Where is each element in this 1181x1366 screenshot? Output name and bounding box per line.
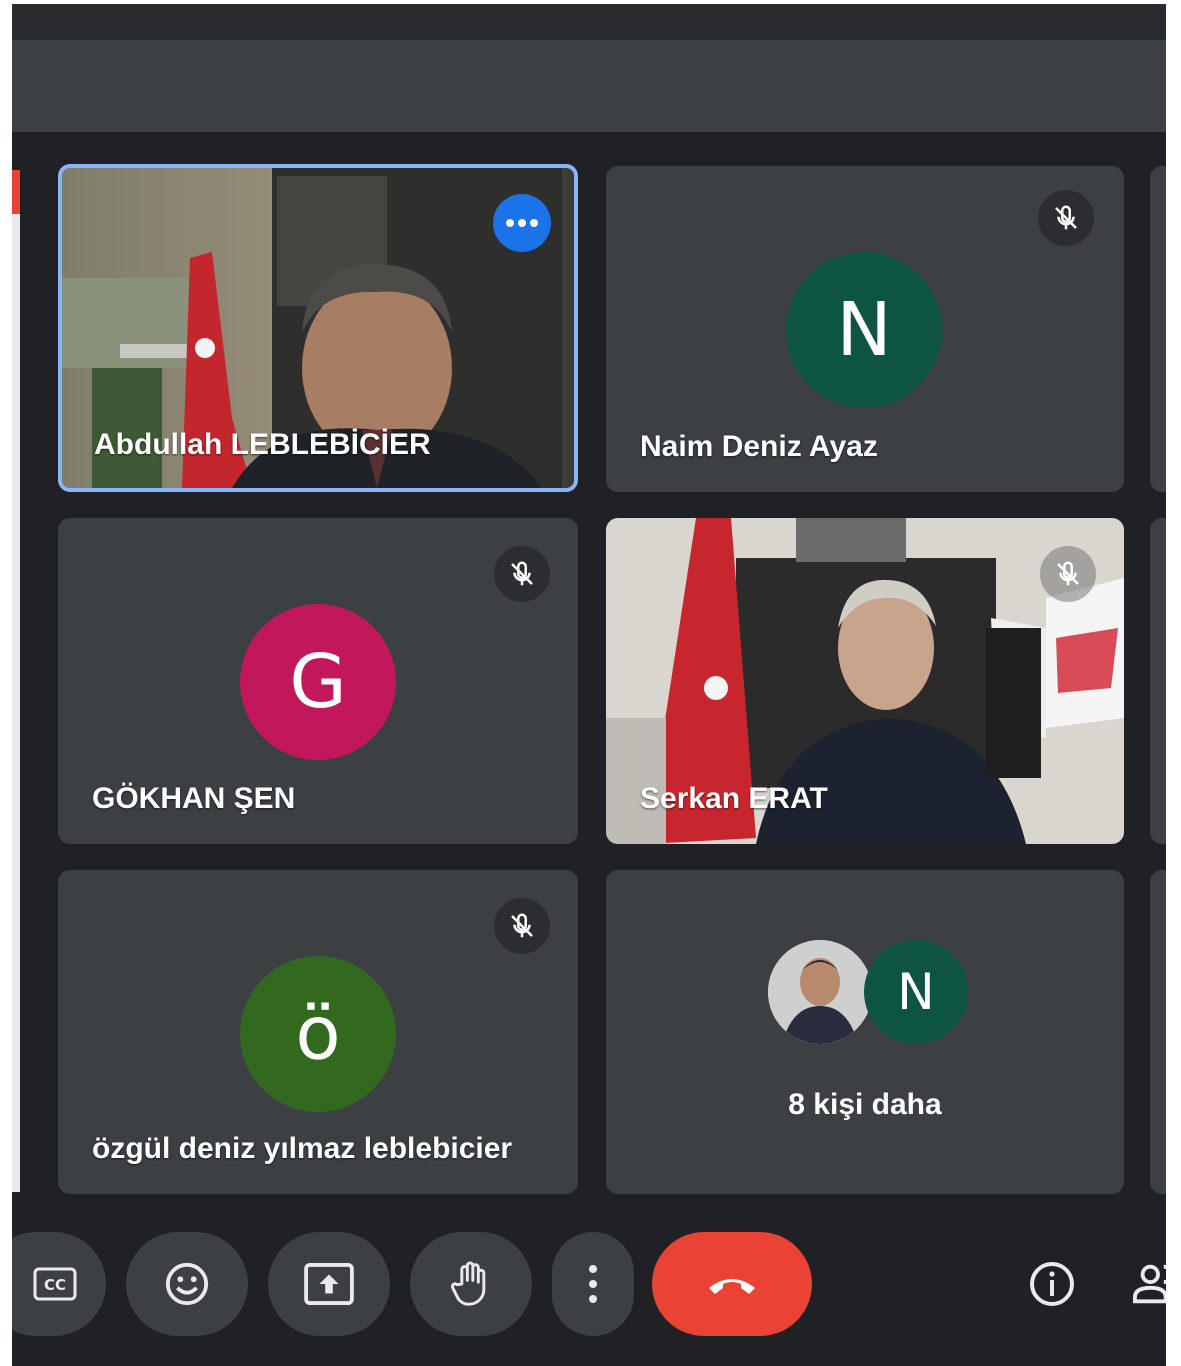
closed-captions-icon: CC <box>33 1267 77 1301</box>
participant-name: GÖKHAN ŞEN <box>92 782 296 815</box>
participant-tile-gokhan[interactable]: G GÖKHAN ŞEN <box>58 518 578 844</box>
people-icon <box>1133 1264 1166 1304</box>
info-icon <box>1030 1262 1074 1306</box>
present-screen-icon <box>304 1263 354 1305</box>
end-call-button[interactable] <box>652 1232 812 1336</box>
more-options-button[interactable] <box>493 194 551 252</box>
meet-window: Abdullah LEBLEBİCİER N Naim Deniz Ayaz G… <box>12 4 1166 1366</box>
more-participants-label: 8 kişi daha <box>788 1088 942 1121</box>
avatar: G <box>240 604 396 760</box>
muted-mic-icon <box>1040 546 1096 602</box>
next-tile-edge <box>1150 870 1166 1194</box>
more-options-icon <box>589 1265 597 1303</box>
more-participants-tile[interactable]: N 8 kişi daha <box>606 870 1124 1194</box>
avatar: N <box>864 940 968 1044</box>
raise-hand-icon <box>450 1261 486 1306</box>
captions-button[interactable]: CC <box>12 1232 106 1336</box>
people-button[interactable] <box>1128 1254 1166 1314</box>
meeting-info-button[interactable] <box>1022 1254 1082 1314</box>
next-tile-edge <box>1150 518 1166 844</box>
participant-name: Serkan ERAT <box>640 782 828 815</box>
participant-name: Naim Deniz Ayaz <box>640 430 878 463</box>
end-call-icon <box>709 1279 755 1294</box>
participant-tile-naim[interactable]: N Naim Deniz Ayaz <box>606 166 1124 492</box>
reactions-button[interactable] <box>126 1232 248 1336</box>
present-button[interactable] <box>268 1232 390 1336</box>
muted-mic-icon <box>494 898 550 954</box>
avatar: N <box>786 252 942 408</box>
more-horizontal-icon <box>506 219 538 227</box>
participant-tile-abdullah[interactable]: Abdullah LEBLEBİCİER <box>58 164 578 492</box>
muted-mic-icon <box>494 546 550 602</box>
raise-hand-button[interactable] <box>410 1232 532 1336</box>
participant-tile-ozgul[interactable]: ö özgül deniz yılmaz leblebicier <box>58 870 578 1194</box>
next-tile-edge <box>1150 166 1166 492</box>
participant-name: özgül deniz yılmaz leblebicier <box>92 1132 513 1165</box>
header-strip <box>12 40 1166 132</box>
avatar: ö <box>240 956 396 1112</box>
participant-photo-avatar <box>768 940 872 1044</box>
emoji-icon <box>165 1262 209 1306</box>
participant-tile-serkan[interactable]: Serkan ERAT <box>606 518 1124 844</box>
participant-name: Abdullah LEBLEBİCİER <box>94 428 431 461</box>
svg-text:CC: CC <box>44 1276 66 1294</box>
muted-mic-icon <box>1038 190 1094 246</box>
top-bar <box>12 4 1166 40</box>
side-panel-edge <box>12 170 20 1192</box>
more-options-button[interactable] <box>552 1232 634 1336</box>
